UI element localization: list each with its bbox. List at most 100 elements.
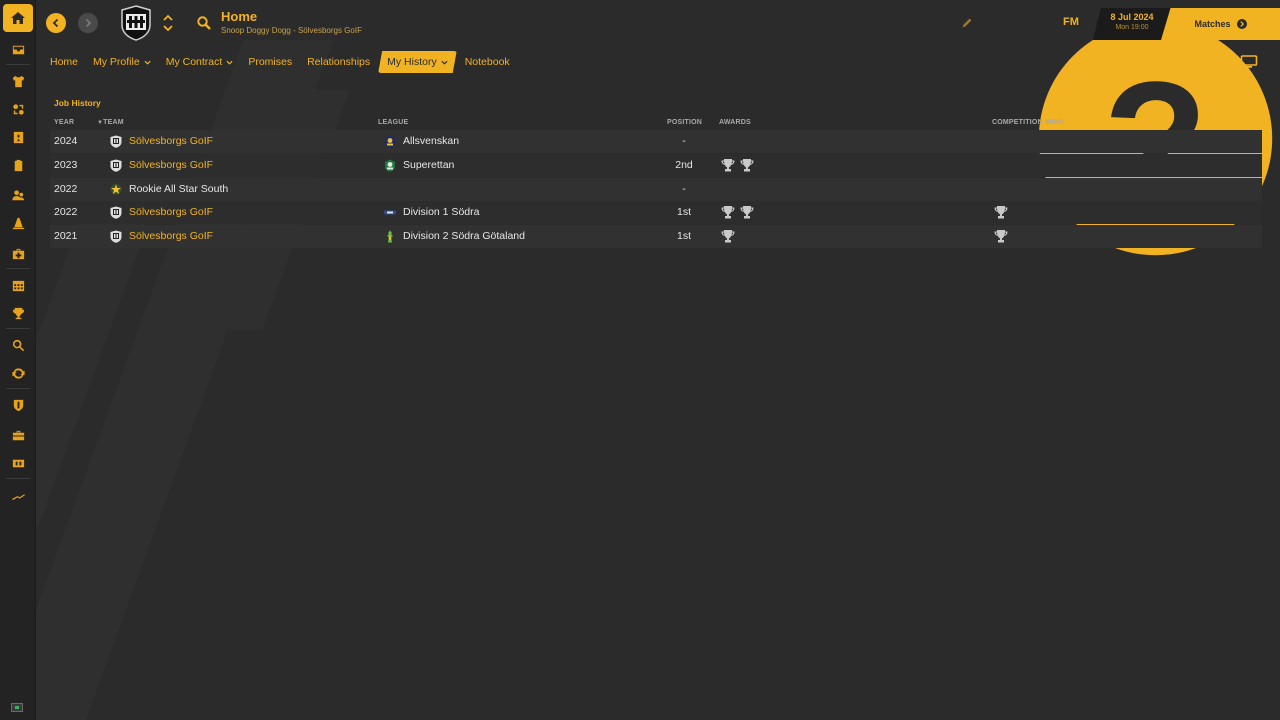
tab-label: Promises (248, 56, 293, 68)
tactics-icon[interactable] (5, 126, 31, 148)
transfers-icon[interactable] (5, 362, 31, 384)
dynamics-icon[interactable] (5, 98, 31, 120)
chevron-down-icon (226, 60, 233, 65)
tab-label: Relationships (307, 56, 371, 68)
inbox-icon[interactable] (5, 38, 31, 60)
club-badge-icon[interactable] (120, 5, 152, 41)
competition-win-trophy-icon[interactable] (993, 205, 1009, 220)
year-cell: 2024 (54, 135, 78, 147)
column-header-league[interactable]: LEAGUE (378, 119, 408, 126)
column-header-position[interactable]: POSITION (667, 119, 702, 126)
current-date[interactable]: 8 Jul 2024 Mon 19:00 (1093, 8, 1171, 40)
page-subtitle: Snoop Doggy Dogg - Sölvesborgs GoIF (221, 26, 362, 35)
rail-divider (6, 64, 30, 65)
award-trophy-icon[interactable] (720, 229, 736, 244)
matches-continue-button[interactable]: Matches (1161, 8, 1280, 40)
chevron-left-icon (52, 18, 59, 28)
column-header-awards[interactable]: AWARDS (719, 119, 751, 126)
league-cell[interactable]: Allsvenskan (403, 130, 459, 153)
award-trophy-icon[interactable] (720, 205, 736, 220)
superettan-badge-icon (385, 159, 395, 172)
division2-badge-icon (387, 230, 393, 243)
squad-shirt-icon[interactable] (5, 70, 31, 92)
table-row[interactable]: 2024 Sölvesborgs GoIF Allsvenskan - (50, 130, 1262, 153)
scouting-search-icon[interactable] (5, 334, 31, 356)
club-badge-icon (110, 230, 122, 243)
search-icon[interactable] (196, 15, 212, 31)
club-badge-icon (110, 206, 122, 219)
club-info-shield-icon[interactable] (5, 394, 31, 416)
tab-my-contract[interactable]: My Contract (159, 51, 241, 73)
chevron-down-icon (441, 60, 448, 65)
top-header: Home Snoop Doggy Dogg - Sölvesborgs GoIF… (36, 0, 1280, 256)
training-cone-icon[interactable] (5, 212, 31, 234)
column-header-competition-wins[interactable]: COMPETITION WINS (992, 119, 1064, 126)
forward-button[interactable] (78, 13, 98, 33)
time-label: Mon 19:00 (1115, 24, 1149, 31)
column-header-team[interactable]: ▼TEAM (97, 119, 124, 126)
tab-home[interactable]: Home (43, 51, 85, 73)
year-cell: 2021 (54, 230, 78, 242)
column-header-team-label: TEAM (103, 119, 124, 126)
chevron-down-icon (144, 60, 151, 65)
table-row[interactable]: 2023 Sölvesborgs GoIF Superettan 2nd (50, 154, 1262, 177)
rail-divider (6, 388, 30, 389)
award-trophy-icon[interactable] (739, 205, 755, 220)
position-cell: - (682, 183, 686, 195)
column-header-year[interactable]: YEAR (54, 119, 74, 126)
all-star-badge-icon (110, 184, 122, 195)
team-link[interactable]: Sölvesborgs GoIF (129, 201, 213, 224)
rail-divider (6, 268, 30, 269)
competitions-trophy-icon[interactable] (5, 302, 31, 324)
club-switch-arrows-icon[interactable] (162, 12, 174, 34)
staff-icon[interactable] (5, 184, 31, 206)
tab-relationships[interactable]: Relationships (300, 51, 377, 73)
dev-centre-icon[interactable] (5, 452, 31, 474)
tab-label: Notebook (464, 56, 510, 68)
rail-divider (6, 478, 30, 479)
award-trophy-icon[interactable] (739, 158, 755, 173)
chevron-right-icon (85, 18, 92, 28)
finances-briefcase-icon[interactable] (5, 424, 31, 446)
table-row[interactable]: 2022 Sölvesborgs GoIF Division 1 Södra 1st (50, 201, 1262, 224)
tab-promises[interactable]: Promises (241, 51, 299, 73)
rail-divider (6, 328, 30, 329)
team-link: Rookie All Star South (129, 183, 229, 195)
home-icon[interactable] (3, 4, 33, 32)
left-navigation-rail (0, 0, 36, 720)
club-badge-icon (110, 159, 122, 172)
competition-win-trophy-icon[interactable] (993, 229, 1009, 244)
team-link[interactable]: Sölvesborgs GoIF (129, 154, 213, 177)
position-cell: 1st (676, 206, 691, 218)
status-indicator-icon[interactable] (11, 703, 23, 712)
table-row[interactable]: 2022 Rookie All Star South - (50, 178, 1262, 201)
tab-my-profile[interactable]: My Profile (86, 51, 158, 73)
tab-label: My Profile (93, 56, 140, 68)
schedule-calendar-icon[interactable] (5, 274, 31, 296)
position-cell: 1st (676, 230, 691, 242)
matches-label: Matches (1194, 19, 1231, 29)
year-cell: 2022 (54, 183, 78, 195)
league-cell[interactable]: Superettan (403, 154, 454, 177)
league-cell[interactable]: Division 2 Södra Götaland (403, 225, 525, 248)
display-screen-icon[interactable] (1240, 55, 1258, 69)
medical-kit-icon[interactable] (5, 242, 31, 264)
back-button[interactable] (46, 13, 66, 33)
tab-notebook[interactable]: Notebook (458, 51, 517, 73)
team-link[interactable]: Sölvesborgs GoIF (129, 225, 213, 248)
table-row[interactable]: 2021 Sölvesborgs GoIF Division 2 Södra Göt… (50, 225, 1262, 248)
year-cell: 2023 (54, 159, 78, 171)
fm-menu-logo[interactable]: FM (1063, 16, 1079, 28)
award-trophy-icon[interactable] (720, 158, 736, 173)
position-cell: - (682, 135, 686, 147)
edit-pencil-icon[interactable] (960, 16, 974, 30)
division1-badge-icon (384, 210, 396, 215)
league-cell[interactable]: Division 1 Södra (403, 201, 479, 224)
reports-clipboard-icon[interactable] (5, 154, 31, 176)
team-link[interactable]: Sölvesborgs GoIF (129, 130, 213, 153)
date-label: 8 Jul 2024 (1110, 12, 1154, 22)
tab-label: Home (50, 56, 79, 68)
background-pattern (36, 0, 636, 720)
career-progress-icon[interactable] (5, 484, 31, 506)
tab-my-history[interactable]: My History (378, 51, 457, 73)
